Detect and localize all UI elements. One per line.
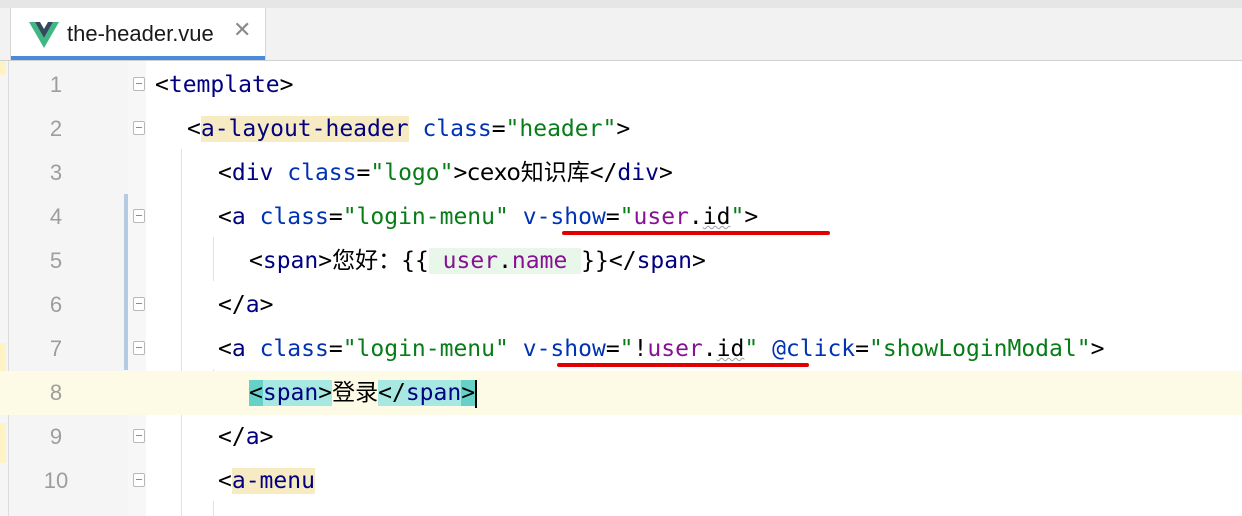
line-code: <span>您好：{{ user.name }}</span>: [249, 248, 706, 274]
active-tab-indicator: [11, 56, 265, 60]
close-icon[interactable]: ✕: [233, 18, 251, 43]
line-code: </a>: [218, 424, 274, 450]
line-number: 4: [49, 204, 63, 229]
fold-icon[interactable]: [133, 473, 145, 487]
line-number: 10: [43, 468, 69, 493]
line-number: 5: [49, 248, 63, 273]
fold-icon[interactable]: [133, 341, 145, 355]
window-top-strip: [0, 0, 1242, 8]
line-code: <div class="logo">cexo知识库</div>: [218, 160, 673, 186]
tab-label: the-header.vue: [67, 21, 214, 46]
code-line[interactable]: 9 </a>: [0, 415, 1242, 459]
annotation-underline: [557, 363, 809, 367]
line-number: 2: [49, 116, 63, 141]
line-number: 8: [49, 380, 63, 405]
fold-icon[interactable]: [133, 209, 145, 223]
code-line[interactable]: 2 <a-layout-header class="header">: [0, 107, 1242, 151]
text-caret: [475, 379, 478, 408]
line-code: <a-menu: [218, 468, 315, 494]
line-number: 9: [49, 424, 63, 449]
code-editor[interactable]: 1 <template> 2 <a-layout-header class="h…: [0, 61, 1242, 516]
line-number: 1: [49, 72, 63, 97]
line-code: <span>登录</span>: [249, 379, 478, 408]
annotation-underline: [562, 231, 830, 235]
fold-icon[interactable]: [133, 121, 145, 135]
fold-icon[interactable]: [133, 429, 145, 443]
code-line[interactable]: 5 <span>您好：{{ user.name }}</span>: [0, 239, 1242, 283]
line-code: <a-layout-header class="header">: [187, 116, 631, 142]
fold-icon[interactable]: [133, 297, 145, 311]
editor-tab-bar: the-header.vue ✕: [0, 8, 1242, 61]
line-number: 3: [49, 160, 63, 185]
code-line[interactable]: 1 <template>: [0, 63, 1242, 107]
line-code: </a>: [218, 292, 274, 318]
line-code: <template>: [155, 72, 294, 98]
code-line[interactable]: 3 <div class="logo">cexo知识库</div>: [0, 151, 1242, 195]
code-line-current[interactable]: 8 <span>登录</span>: [0, 371, 1242, 415]
line-number: 7: [49, 336, 63, 361]
code-line[interactable]: 6 </a>: [0, 283, 1242, 327]
indent-guide: [213, 501, 214, 516]
vue-logo-icon: [29, 22, 59, 48]
tab-the-header-vue[interactable]: the-header.vue ✕: [10, 8, 266, 60]
line-number: 6: [49, 292, 63, 317]
fold-icon[interactable]: [133, 77, 145, 91]
code-line[interactable]: 10 <a-menu: [0, 459, 1242, 503]
